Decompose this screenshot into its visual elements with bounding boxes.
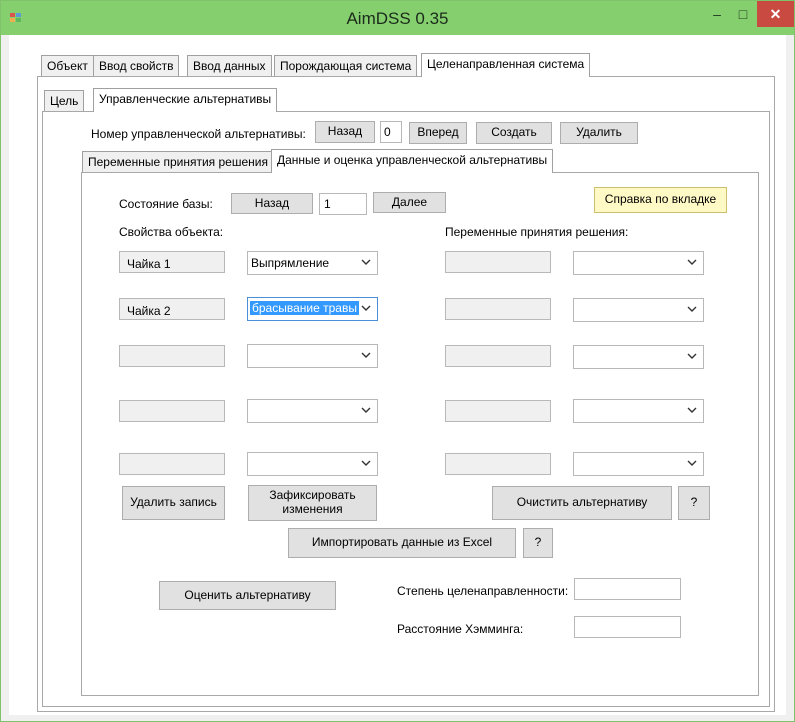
chevron-down-icon [361,352,371,358]
chevron-down-icon [687,407,697,413]
decision-variable-field [445,298,551,320]
tab-management-alternatives[interactable]: Управленческие альтернативы [93,88,278,112]
property-field [119,453,225,475]
property-value-combo[interactable] [247,452,378,476]
db-state-label: Состояние базы: [119,197,213,211]
chevron-down-icon [361,305,371,311]
db-next-button[interactable]: Далее [373,192,446,213]
tab-help-button[interactable]: Справка по вкладке [594,187,727,213]
tab-input-properties[interactable]: Ввод свойств [93,55,180,77]
alternative-delete-button[interactable]: Удалить [560,122,638,144]
app-window: AimDSS 0.35 – □ ✕ Объект Ввод свойств Вв… [0,0,795,722]
property-field [119,400,225,422]
tab-decision-variables[interactable]: Переменные принятия решения [82,151,274,173]
chevron-down-icon [361,407,371,413]
hamming-distance-label: Расстояние Хэмминга: [397,622,524,636]
tab-purposeful-system[interactable]: Целенаправленная система [421,53,591,77]
decision-value-combo[interactable] [573,345,704,369]
fix-changes-line1: Зафиксировать [269,488,356,503]
tab-object[interactable]: Объект [41,55,94,77]
import-excel-help-button[interactable]: ? [523,528,553,558]
delete-record-button[interactable]: Удалить запись [122,486,225,520]
combo-value: брасывание травы [250,301,359,315]
alternative-create-button[interactable]: Создать [476,122,552,144]
property-value-combo[interactable] [247,344,378,368]
property-value-combo[interactable]: Выпрямление [247,251,378,275]
chevron-down-icon [687,460,697,466]
decision-value-combo[interactable] [573,298,704,322]
evaluate-alternative-button[interactable]: Оценить альтернативу [159,581,336,610]
combo-value: Выпрямление [251,256,330,270]
db-back-button[interactable]: Назад [231,193,313,214]
decision-value-combo[interactable] [573,251,704,275]
decision-value-combo[interactable] [573,399,704,423]
title-bar[interactable]: AimDSS 0.35 – □ ✕ [1,1,794,35]
property-field: Чайка 1 [119,251,225,273]
chevron-down-icon [687,259,697,265]
clear-alternative-help-button[interactable]: ? [678,486,710,520]
tab-generating-system[interactable]: Порождающая система [274,55,418,77]
decision-variable-field [445,345,551,367]
db-state-field[interactable]: 1 [319,193,367,215]
clear-alternative-button[interactable]: Очистить альтернативу [492,486,672,520]
property-value-combo[interactable]: брасывание травы [247,297,378,321]
chevron-down-icon [687,306,697,312]
fix-changes-button[interactable]: Зафиксировать изменения [248,485,377,521]
decision-variables-label: Переменные принятия решения: [445,225,629,239]
fix-changes-line2: изменения [282,502,343,516]
alternative-number-field[interactable]: 0 [380,121,402,143]
alternative-forward-button[interactable]: Вперед [409,122,467,144]
hamming-distance-field[interactable] [574,616,681,638]
tab-goal[interactable]: Цель [44,90,85,112]
chevron-down-icon [361,259,371,265]
decision-variable-field [445,251,551,273]
client-area: Объект Ввод свойств Ввод данных Порождаю… [9,35,786,715]
tab-alternative-data-evaluation[interactable]: Данные и оценка управленческой альтернат… [271,149,554,173]
import-excel-button[interactable]: Импортировать данные из Excel [288,528,516,558]
close-button[interactable]: ✕ [757,1,794,27]
property-field: Чайка 2 [119,298,225,320]
property-value-combo[interactable] [247,399,378,423]
tab-input-data[interactable]: Ввод данных [187,55,272,77]
decision-variable-field [445,400,551,422]
maximize-button[interactable]: □ [730,1,756,27]
purposefulness-field[interactable] [574,578,681,600]
chevron-down-icon [687,353,697,359]
chevron-down-icon [361,460,371,466]
window-title: AimDSS 0.35 [346,9,449,28]
decision-value-combo[interactable] [573,452,704,476]
purposefulness-label: Степень целенаправленности: [397,584,569,598]
property-field [119,345,225,367]
alternative-number-label: Номер управленческой альтернативы: [91,127,306,141]
decision-variable-field [445,453,551,475]
minimize-button[interactable]: – [704,1,730,27]
alternative-back-button[interactable]: Назад [315,121,375,143]
object-properties-label: Свойства объекта: [119,225,224,239]
